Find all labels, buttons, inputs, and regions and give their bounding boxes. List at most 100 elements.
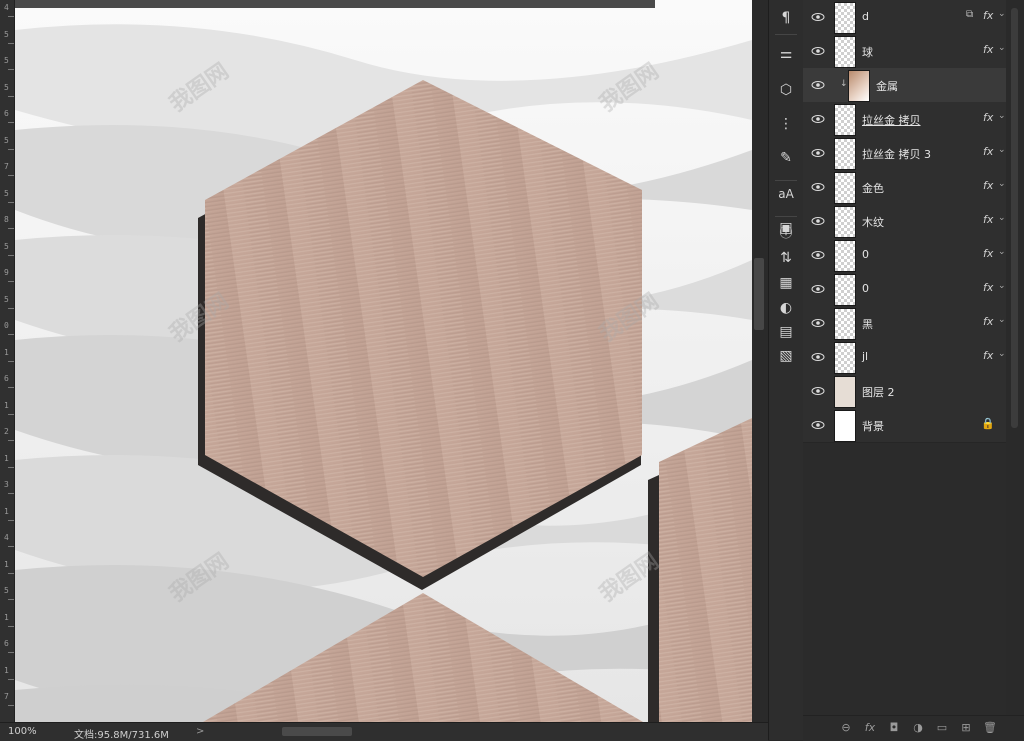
chevron-down-icon[interactable]: ⌄ — [998, 349, 1006, 359]
visibility-eye-icon[interactable] — [811, 384, 825, 398]
layer-name[interactable]: 背景 — [862, 418, 884, 434]
ruler-tick — [8, 466, 14, 468]
chevron-down-icon[interactable]: ⌄ — [998, 145, 1006, 155]
fx-icon[interactable]: fx — [983, 145, 993, 158]
layer-name[interactable]: 拉丝金 拷贝 3 — [862, 146, 931, 162]
history-icon[interactable]: ⇅ — [776, 248, 796, 268]
fx-icon[interactable]: fx — [983, 281, 993, 294]
fx-icon[interactable]: fx — [983, 111, 993, 124]
layer-row[interactable]: 拉丝金 拷贝 fx ⌄ — [803, 102, 1008, 137]
ruler-tick — [8, 652, 14, 653]
visibility-eye-icon[interactable] — [811, 282, 825, 296]
visibility-eye-icon[interactable] — [811, 180, 825, 194]
visibility-eye-icon[interactable] — [811, 112, 825, 126]
ruler-tick — [8, 95, 14, 97]
character-icon[interactable]: aA — [776, 184, 796, 204]
chevron-down-icon[interactable]: ⌄ — [998, 315, 1006, 325]
lock-icon[interactable]: 🔒 — [981, 417, 995, 430]
visibility-eye-icon[interactable] — [811, 350, 825, 364]
fx-icon[interactable]: fx — [863, 721, 877, 734]
chevron-down-icon[interactable]: ⌄ — [998, 213, 1006, 223]
fx-icon[interactable]: fx — [983, 43, 993, 56]
layer-thumbnail — [834, 2, 856, 34]
new-layer-icon[interactable]: ⊞ — [959, 721, 973, 734]
layer-name[interactable]: 球 — [862, 44, 873, 60]
layer-name[interactable]: 黑 — [862, 316, 873, 332]
ruler-tick — [8, 599, 14, 600]
table-icon[interactable]: ▦ — [776, 273, 796, 293]
layer-row[interactable]: 背景 🔒 — [803, 408, 1008, 443]
layer-thumbnail — [848, 70, 870, 102]
smart-object-icon: ⧉ — [966, 9, 974, 20]
document-canvas[interactable]: 我图网 我图网 我图网 我图网 我图网 我图网 — [15, 0, 752, 722]
paragraph-icon[interactable]: ¶ — [776, 8, 796, 28]
info-icon[interactable]: ⓘ — [776, 224, 796, 244]
layer-name[interactable]: 图层 2 — [862, 384, 895, 400]
adjustment-icon[interactable]: ◑ — [911, 721, 925, 734]
layer-name[interactable]: 0 — [862, 282, 869, 295]
visibility-eye-icon[interactable] — [811, 10, 825, 24]
style-icon[interactable]: ◐ — [776, 298, 796, 318]
layer-row[interactable]: 拉丝金 拷贝 3 fx ⌄ — [803, 136, 1008, 171]
layer-name[interactable]: 0 — [862, 248, 869, 261]
fx-icon[interactable]: fx — [983, 315, 993, 328]
chevron-down-icon[interactable]: ⌄ — [998, 111, 1006, 121]
properties-icon[interactable]: ▤ — [776, 322, 796, 342]
fx-icon[interactable]: fx — [983, 247, 993, 260]
visibility-eye-icon[interactable] — [811, 146, 825, 160]
ruler-tick — [8, 572, 14, 574]
visibility-eye-icon[interactable] — [811, 418, 825, 432]
chevron-down-icon[interactable]: ⌄ — [998, 281, 1006, 291]
layer-name[interactable]: jl — [862, 350, 868, 363]
trash-icon[interactable]: 🗑 — [983, 721, 997, 734]
visibility-eye-icon[interactable] — [811, 78, 825, 92]
notes-icon[interactable]: ▧ — [776, 346, 796, 366]
layer-row[interactable]: ↓ 金属 — [803, 68, 1008, 103]
adjust-icon[interactable]: ⚌ — [776, 44, 796, 64]
layer-row[interactable]: 黑 fx ⌄ — [803, 306, 1008, 341]
chevron-down-icon[interactable]: ⌄ — [998, 247, 1006, 257]
visibility-eye-icon[interactable] — [811, 214, 825, 228]
chevron-down-icon[interactable]: ⌄ — [998, 43, 1006, 53]
layers-scroll-thumb[interactable] — [1011, 8, 1018, 428]
layer-row[interactable]: 图层 2 — [803, 374, 1008, 409]
align-icon[interactable]: ⋮ — [776, 114, 796, 134]
layer-thumbnail — [834, 308, 856, 340]
chevron-down-icon[interactable]: ⌄ — [998, 9, 1006, 19]
layer-row[interactable]: d ⧉ fx ⌄ — [803, 0, 1008, 35]
fx-icon[interactable]: fx — [983, 213, 993, 226]
fx-icon[interactable]: fx — [983, 349, 993, 362]
mask-icon[interactable]: ◘ — [887, 721, 901, 734]
folder-icon[interactable]: ▭ — [935, 721, 949, 734]
layer-name[interactable]: 木纹 — [862, 214, 884, 230]
visibility-eye-icon[interactable] — [811, 248, 825, 262]
layer-row[interactable]: 金色 fx ⌄ — [803, 170, 1008, 205]
chevron-down-icon[interactable]: ⌄ — [998, 179, 1006, 189]
3d-cube-icon[interactable]: ⬡ — [776, 80, 796, 100]
vertical-ruler[interactable]: 4 5 5 5 6 5 7 5 8 5 9 5 0 1 6 1 2 1 3 1 4 1 5 1 6 1 7 — [0, 0, 15, 722]
layer-name[interactable]: 金色 — [862, 180, 884, 196]
layer-name[interactable]: 金属 — [876, 78, 898, 94]
ruler-tick-label: 9 — [4, 268, 9, 277]
visibility-eye-icon[interactable] — [811, 316, 825, 330]
brush-icon[interactable]: ✎ — [776, 148, 796, 168]
link-icon[interactable]: ⊖ — [839, 721, 853, 734]
canvas-vertical-scroll-thumb[interactable] — [754, 258, 764, 330]
layer-row[interactable]: 球 fx ⌄ — [803, 34, 1008, 69]
canvas-vertical-scrollbar[interactable] — [752, 0, 768, 722]
fx-icon[interactable]: fx — [983, 9, 993, 22]
layer-thumbnail — [834, 274, 856, 306]
canvas-horizontal-scroll-thumb[interactable] — [282, 727, 352, 736]
zoom-level[interactable]: 100% — [8, 726, 37, 737]
layer-row[interactable]: jl fx ⌄ — [803, 340, 1008, 375]
layer-name[interactable]: d — [862, 10, 869, 23]
fx-icon[interactable]: fx — [983, 179, 993, 192]
ruler-tick-label: 6 — [4, 109, 9, 118]
layer-name[interactable]: 拉丝金 拷贝 — [862, 112, 921, 128]
layer-row[interactable]: 0 fx ⌄ — [803, 272, 1008, 307]
visibility-eye-icon[interactable] — [811, 44, 825, 58]
ruler-tick-label: 5 — [4, 29, 9, 39]
layer-row[interactable]: 木纹 fx ⌄ — [803, 204, 1008, 239]
status-menu-arrow[interactable]: > — [196, 726, 204, 737]
layer-row[interactable]: 0 fx ⌄ — [803, 238, 1008, 273]
